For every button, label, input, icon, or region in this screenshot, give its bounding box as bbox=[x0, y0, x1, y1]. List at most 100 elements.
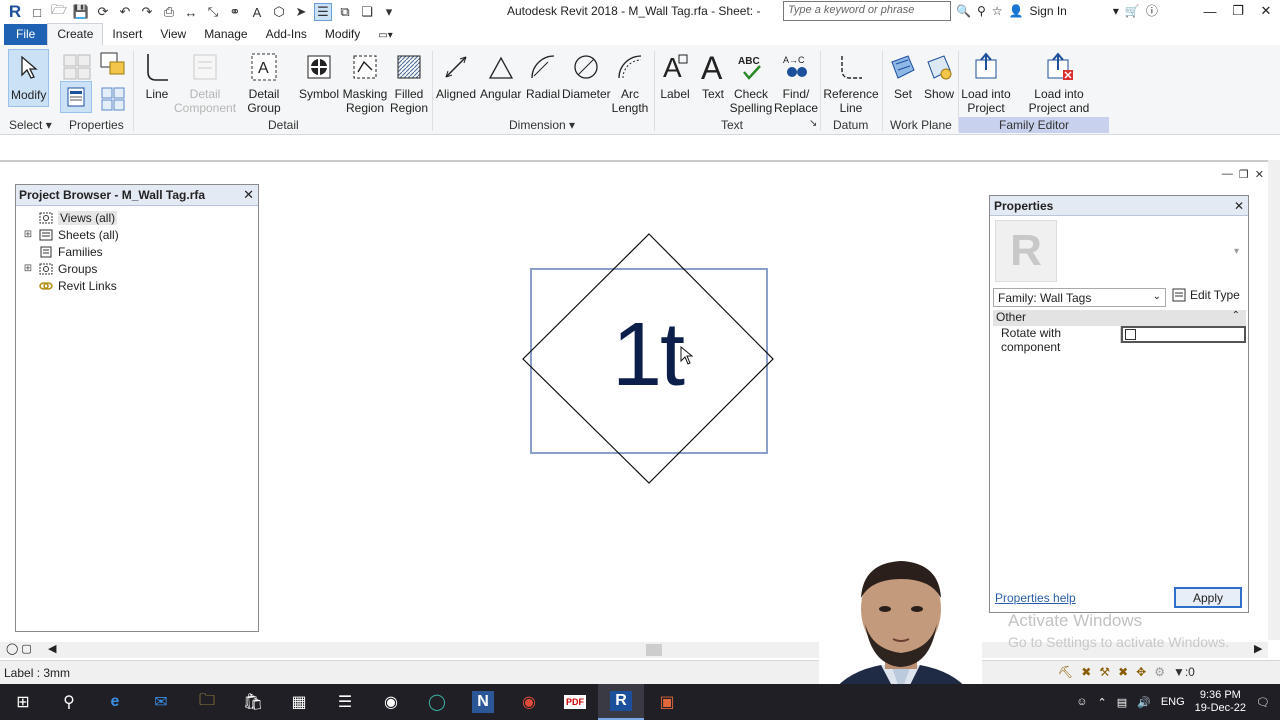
set-work-plane-button[interactable]: Set bbox=[886, 49, 920, 101]
expand-icon[interactable]: ⊞ bbox=[22, 263, 34, 274]
calculator-icon[interactable]: ▦ bbox=[276, 684, 322, 720]
background-process-icon[interactable]: ⚙ bbox=[1154, 665, 1165, 679]
windows-start-icon[interactable]: ⊞ bbox=[0, 684, 46, 720]
tab-view[interactable]: View bbox=[151, 24, 195, 45]
select-underlay-icon[interactable]: ✖ bbox=[1081, 665, 1091, 679]
tree-item-families[interactable]: Families bbox=[22, 243, 258, 260]
expand-icon[interactable]: ⊞ bbox=[22, 229, 34, 240]
family-properties-button[interactable] bbox=[60, 81, 92, 115]
select-links-icon[interactable]: ⛏ bbox=[1058, 665, 1073, 679]
detail-component-button[interactable]: Detail Component bbox=[174, 49, 236, 115]
word-icon[interactable]: N bbox=[460, 684, 506, 720]
ribbon-display-options-icon[interactable]: ▭▾ bbox=[369, 27, 401, 45]
section-icon[interactable]: ➤ bbox=[292, 3, 310, 21]
modify-button[interactable]: Modify bbox=[8, 49, 50, 107]
edge-browser-icon[interactable]: ◯ bbox=[414, 684, 460, 720]
scroll-left-icon[interactable]: ◀ bbox=[48, 642, 56, 655]
tree-item-sheets[interactable]: ⊞ Sheets (all) bbox=[22, 226, 258, 243]
open-folder-icon[interactable]: 🗁 bbox=[50, 2, 68, 21]
powerpoint-icon[interactable]: ▣ bbox=[644, 684, 690, 720]
tab-add-ins[interactable]: Add-Ins bbox=[257, 24, 316, 45]
revit-logo-icon[interactable]: R bbox=[6, 3, 24, 21]
view-restore-icon[interactable]: ❐ bbox=[1239, 168, 1249, 181]
restore-icon[interactable]: ❐ bbox=[1224, 0, 1252, 22]
type-properties-button[interactable] bbox=[96, 81, 130, 119]
pdf-icon[interactable]: PDF bbox=[552, 684, 598, 720]
scroll-right-icon[interactable]: ▶ bbox=[1254, 642, 1262, 655]
tree-item-views[interactable]: Views (all) bbox=[22, 209, 258, 226]
paint-icon[interactable]: ◉ bbox=[368, 684, 414, 720]
sign-in-link[interactable]: Sign In bbox=[1029, 4, 1066, 18]
filled-region-button[interactable]: Filled Region bbox=[388, 49, 430, 115]
binoculars-icon[interactable]: 🔍 bbox=[956, 4, 971, 18]
load-into-project-button[interactable]: Load into Project bbox=[960, 49, 1012, 115]
thin-lines-icon[interactable]: ☰ bbox=[314, 3, 332, 21]
diameter-dimension-button[interactable]: Diameter bbox=[562, 49, 611, 101]
search-input[interactable]: Type a keyword or phrase bbox=[783, 1, 951, 21]
arc-length-dimension-button[interactable]: Arc Length bbox=[610, 49, 650, 115]
property-group-other[interactable]: Other ⌃ bbox=[993, 310, 1246, 326]
project-browser-close-icon[interactable]: ✕ bbox=[243, 187, 254, 203]
select-pinned-icon[interactable]: ⚒ bbox=[1099, 665, 1110, 679]
help-icon[interactable]: ⓘ bbox=[1146, 2, 1158, 19]
type-preview-dropdown-icon[interactable]: ▾ bbox=[1234, 246, 1239, 257]
favorites-icon[interactable]: ☆ bbox=[992, 4, 1003, 18]
filter-icon[interactable]: ▼:0 bbox=[1173, 665, 1195, 679]
print-icon[interactable]: ⎙ bbox=[160, 3, 178, 21]
tree-item-revit-links[interactable]: Revit Links bbox=[22, 277, 258, 294]
tab-file[interactable]: File bbox=[4, 24, 48, 45]
check-spelling-button[interactable]: ABC Check Spelling bbox=[728, 49, 774, 115]
tray-overflow-icon[interactable]: ⌃ bbox=[1098, 696, 1107, 709]
language-indicator[interactable]: ENG bbox=[1161, 696, 1185, 708]
tag-label-text[interactable]: 1t bbox=[612, 310, 685, 400]
close-hidden-icon[interactable]: ⧉ bbox=[336, 3, 354, 21]
cart-icon[interactable]: 🛒 bbox=[1125, 4, 1140, 18]
notifications-icon[interactable]: 🗨 bbox=[1256, 696, 1270, 709]
3d-view-icon[interactable]: ⬡ bbox=[270, 3, 288, 21]
file-explorer-icon[interactable]: 🗀 bbox=[184, 684, 230, 720]
network-icon[interactable]: ▤ bbox=[1117, 696, 1127, 709]
minimize-icon[interactable]: — bbox=[1196, 0, 1224, 22]
chrome-icon[interactable]: ◉ bbox=[506, 684, 552, 720]
revit-taskbar-icon[interactable]: R bbox=[598, 684, 644, 720]
sync-icon[interactable]: ⟳ bbox=[94, 3, 112, 21]
line-button[interactable]: Line bbox=[140, 49, 174, 101]
text-button[interactable]: A Text bbox=[696, 49, 730, 101]
signin-dropdown-icon[interactable]: ▾ bbox=[1113, 4, 1119, 18]
view-minimize-icon[interactable]: — bbox=[1222, 168, 1233, 181]
select-by-face-icon[interactable]: ✖ bbox=[1118, 665, 1128, 679]
tab-manage[interactable]: Manage bbox=[195, 24, 256, 45]
symbol-button[interactable]: Symbol bbox=[298, 49, 340, 101]
properties-help-link[interactable]: Properties help bbox=[995, 591, 1076, 605]
save-icon[interactable]: 💾 bbox=[72, 3, 90, 21]
volume-icon[interactable]: 🔊 bbox=[1137, 696, 1151, 709]
radial-dimension-button[interactable]: Radial bbox=[526, 49, 560, 101]
angular-dimension-button[interactable]: Angular bbox=[480, 49, 521, 101]
show-work-plane-button[interactable]: Show bbox=[922, 49, 956, 101]
people-icon[interactable]: ☺ bbox=[1076, 696, 1087, 708]
user-icon[interactable]: 👤 bbox=[1009, 4, 1024, 18]
text-icon[interactable]: A bbox=[248, 3, 266, 21]
collapse-icon[interactable]: ⌃ bbox=[1232, 310, 1240, 326]
measure-icon[interactable]: ↔ bbox=[182, 3, 200, 21]
masking-region-button[interactable]: Masking Region bbox=[342, 49, 388, 115]
panel-select[interactable]: Select ▾ bbox=[9, 118, 52, 132]
tag-icon[interactable]: ⚭ bbox=[226, 3, 244, 21]
type-selector-dropdown[interactable]: Family: Wall Tags ⌄ bbox=[993, 288, 1166, 307]
tab-insert[interactable]: Insert bbox=[103, 24, 151, 45]
apply-button[interactable]: Apply bbox=[1174, 587, 1242, 608]
tab-create[interactable]: Create bbox=[47, 23, 104, 45]
settings-sliders-icon[interactable]: ☰ bbox=[322, 684, 368, 720]
reference-line-button[interactable]: Reference Line bbox=[823, 49, 879, 115]
dimension-icon[interactable]: ⤡ bbox=[204, 3, 222, 21]
tab-modify[interactable]: Modify bbox=[316, 24, 369, 45]
subscription-icon[interactable]: ⚲ bbox=[977, 4, 986, 18]
clock[interactable]: 9:36 PM 19-Dec-22 bbox=[1195, 689, 1246, 715]
properties-close-icon[interactable]: ✕ bbox=[1234, 199, 1244, 213]
vertical-scrollbar[interactable] bbox=[1268, 160, 1280, 640]
close-icon[interactable]: ✕ bbox=[1252, 0, 1280, 22]
view-close-icon[interactable]: ✕ bbox=[1255, 168, 1264, 181]
find-replace-button[interactable]: A→C Find/ Replace bbox=[774, 49, 818, 115]
drag-elements-icon[interactable]: ✥ bbox=[1136, 665, 1146, 679]
edit-type-button[interactable]: Edit Type bbox=[1172, 288, 1240, 302]
